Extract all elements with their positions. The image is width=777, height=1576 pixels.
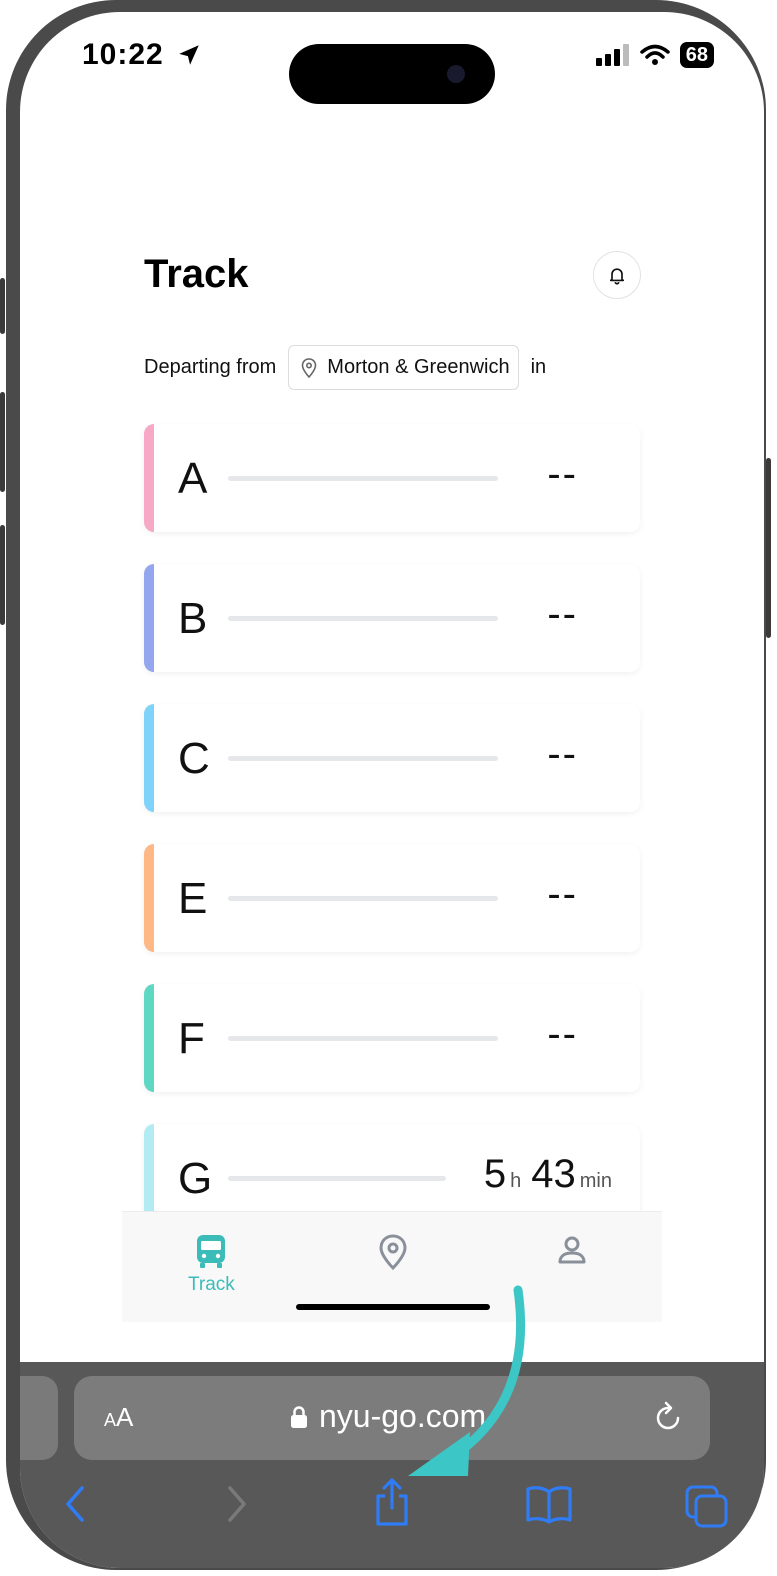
- url-display[interactable]: nyu-go.com: [289, 1398, 486, 1435]
- camera-icon: [447, 65, 465, 83]
- notifications-button[interactable]: [593, 251, 641, 299]
- route-card-e[interactable]: E --: [144, 844, 640, 952]
- address-bar[interactable]: AA nyu-go.com: [74, 1376, 710, 1460]
- stop-selector[interactable]: Morton & Greenwich: [288, 345, 519, 390]
- route-letter: F: [178, 1014, 205, 1063]
- location-arrow-icon: [179, 45, 199, 65]
- map-pin-icon: [301, 357, 317, 378]
- eta-minutes: 43: [531, 1152, 576, 1196]
- departing-label: Departing from: [144, 356, 277, 378]
- text-size-button[interactable]: AA: [104, 1402, 133, 1433]
- url-text: nyu-go.com: [319, 1398, 487, 1434]
- route-progress-line: [228, 1036, 498, 1041]
- route-card-a[interactable]: A --: [144, 424, 640, 532]
- departing-row: Departing from Morton & Greenwich in: [144, 345, 546, 390]
- bookmarks-icon[interactable]: [525, 1484, 573, 1524]
- route-letter: A: [178, 454, 208, 503]
- tab-track-label: Track: [188, 1274, 235, 1295]
- route-progress-line: [228, 896, 498, 901]
- eta-hours-unit: h: [510, 1170, 522, 1192]
- forward-icon[interactable]: [222, 1484, 252, 1524]
- route-progress-line: [228, 1176, 446, 1181]
- battery-icon: 68: [679, 42, 714, 68]
- route-progress-line: [228, 616, 498, 621]
- action-button: [0, 278, 5, 334]
- home-indicator: [296, 1304, 490, 1310]
- route-eta: --: [547, 452, 578, 496]
- tabs-icon[interactable]: [684, 1484, 730, 1530]
- route-eta: --: [547, 732, 578, 776]
- route-letter: E: [178, 874, 208, 923]
- route-card-f[interactable]: F --: [144, 984, 640, 1092]
- route-card-c[interactable]: C --: [144, 704, 640, 812]
- status-right: 68: [595, 42, 714, 68]
- route-color-bar: [144, 844, 154, 952]
- route-eta: 5 h 43 min: [484, 1152, 618, 1197]
- volume-up-button: [0, 392, 5, 492]
- phone-frame: 10:22 68 Track Departing from Morton & G…: [0, 0, 771, 1570]
- route-letter: B: [178, 594, 208, 643]
- dynamic-island: [289, 44, 495, 104]
- page-title: Track: [144, 252, 249, 296]
- eta-hours: 5: [483, 1152, 507, 1196]
- route-progress-line: [228, 756, 498, 761]
- power-button: [766, 458, 771, 638]
- route-eta: --: [547, 592, 578, 636]
- share-icon[interactable]: [372, 1476, 412, 1528]
- wifi-icon: [640, 44, 670, 65]
- lock-icon: [291, 1405, 307, 1428]
- stop-name: Morton & Greenwich: [327, 356, 510, 378]
- status-time: 10:22: [82, 38, 164, 71]
- eta-minutes-unit: min: [579, 1170, 612, 1192]
- back-icon[interactable]: [60, 1484, 90, 1524]
- route-progress-line: [228, 476, 498, 481]
- bus-icon: [197, 1235, 226, 1268]
- bell-icon: [609, 268, 625, 285]
- volume-down-button: [0, 525, 5, 625]
- route-letter: G: [178, 1154, 213, 1203]
- previous-tab-preview[interactable]: [20, 1376, 58, 1460]
- route-card-b[interactable]: B --: [144, 564, 640, 672]
- route-eta: --: [547, 872, 578, 916]
- route-color-bar: [144, 984, 154, 1092]
- screen: 10:22 68 Track Departing from Morton & G…: [20, 12, 764, 1568]
- tab-track[interactable]: Track: [188, 1234, 235, 1296]
- safari-bottom-bar: AA nyu-go.com: [20, 1362, 764, 1568]
- route-color-bar: [144, 704, 154, 812]
- route-eta: --: [547, 1012, 578, 1056]
- departing-suffix: in: [530, 356, 547, 378]
- route-color-bar: [144, 424, 154, 532]
- cellular-signal-icon: [595, 44, 629, 66]
- tab-map[interactable]: [378, 1234, 408, 1270]
- route-letter: C: [178, 734, 210, 783]
- user-icon: [558, 1236, 586, 1264]
- reload-icon[interactable]: [652, 1400, 684, 1434]
- map-pin-icon: [379, 1234, 407, 1270]
- route-color-bar: [144, 564, 154, 672]
- tab-profile[interactable]: [556, 1234, 588, 1266]
